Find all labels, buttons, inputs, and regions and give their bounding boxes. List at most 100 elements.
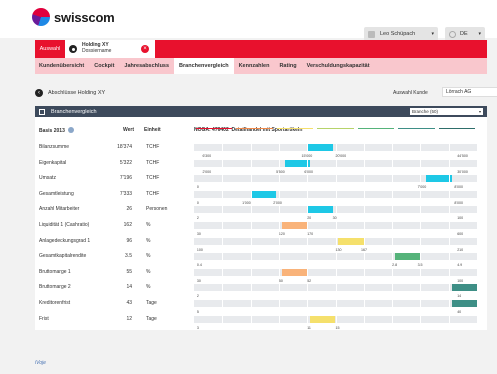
track-separator bbox=[363, 144, 365, 151]
track-separator bbox=[307, 144, 309, 151]
track-separator bbox=[448, 253, 450, 261]
tab-auswahl[interactable]: Auswahl bbox=[35, 40, 65, 58]
comparison-track: 30 120 170 600 bbox=[194, 222, 477, 236]
tick-label: 40 bbox=[457, 310, 462, 314]
track-separator bbox=[420, 144, 422, 151]
row-unit: Tage bbox=[146, 315, 157, 322]
kunde-select[interactable]: Lörrach AG ▾ bbox=[442, 87, 497, 97]
track-separator bbox=[392, 315, 394, 323]
row-unit: TCHF bbox=[146, 175, 160, 182]
chevron-down-icon: ▾ bbox=[431, 31, 434, 37]
comparison-track: 30 50 52 100 bbox=[194, 268, 477, 283]
tick-label: 2'000 bbox=[202, 169, 212, 174]
row-value: 162 bbox=[123, 222, 132, 228]
tab-holding-xy[interactable]: Holding XY Dossiername × bbox=[65, 40, 155, 58]
track-separator bbox=[335, 315, 337, 323]
track-separator bbox=[420, 175, 422, 183]
comparison-bar bbox=[451, 300, 477, 307]
comparison-bar bbox=[338, 237, 364, 245]
comparison-bar bbox=[307, 206, 333, 214]
nav-item[interactable]: Cockpit bbox=[89, 58, 119, 74]
swisscom-logo[interactable]: swisscom bbox=[32, 8, 115, 26]
track-separator bbox=[250, 190, 252, 198]
nav-item[interactable]: Kundenübersicht bbox=[35, 58, 89, 74]
selection-row: ‹ Abschlüsse Holding XY Auswahl Kunde Lö… bbox=[35, 87, 497, 99]
abschluesse-label: Abschlüsse Holding XY bbox=[48, 90, 106, 96]
row-unit: % bbox=[146, 237, 151, 244]
close-icon[interactable]: × bbox=[141, 45, 149, 53]
color-scale-segment bbox=[317, 128, 354, 129]
track-separator bbox=[363, 159, 365, 167]
track-separator bbox=[222, 206, 224, 214]
tick-label: 2 bbox=[196, 294, 199, 299]
comparison-bar bbox=[426, 175, 452, 183]
row-label: Umsatz bbox=[39, 175, 56, 182]
footer-logo: iVoje bbox=[35, 360, 46, 366]
comparison-track: 2 14 bbox=[194, 284, 477, 298]
tick-label: 0 bbox=[196, 185, 199, 190]
comparison-track: 2 20 30 100 bbox=[194, 206, 477, 220]
track-separator bbox=[335, 300, 337, 307]
track-separator bbox=[335, 159, 337, 167]
tick-label: 8'000 bbox=[454, 185, 464, 190]
track-separator bbox=[307, 284, 309, 292]
row-unit: TCHF bbox=[146, 159, 160, 166]
tick-label: 100 bbox=[457, 216, 464, 221]
track-separator bbox=[278, 253, 280, 261]
row-unit: % bbox=[146, 222, 151, 228]
row-label: Kreditorenfrist bbox=[39, 300, 71, 306]
info-icon[interactable] bbox=[67, 127, 74, 133]
nav-item[interactable]: Verschuldungskapazität bbox=[302, 58, 375, 74]
panel-header: Branchenvergleich Branche (50) ▾ bbox=[35, 106, 487, 117]
track-separator bbox=[278, 237, 280, 245]
tick-label: 6'000 bbox=[304, 169, 314, 174]
chevron-down-icon: ▾ bbox=[478, 109, 481, 114]
tick-label: 7'000 bbox=[417, 185, 427, 190]
row-label: Anlagedeckungsgrad 1 bbox=[39, 237, 91, 244]
track-separator bbox=[420, 222, 422, 229]
track-separator bbox=[392, 190, 394, 198]
row-unit: TCHF bbox=[146, 144, 160, 150]
nav-item[interactable]: Rating bbox=[274, 58, 301, 74]
comparison-track: 5 40 bbox=[194, 300, 477, 314]
user-name: Leo Schüpach bbox=[380, 31, 416, 37]
language-select[interactable]: DE ▾ bbox=[445, 27, 485, 41]
row-value: 55 bbox=[126, 268, 132, 275]
tick-label: 20 bbox=[307, 216, 312, 221]
nav-item[interactable]: Jahresabschluss bbox=[119, 58, 174, 74]
row-value: 3.5 bbox=[125, 253, 132, 260]
tick-label: 14 bbox=[457, 294, 462, 299]
track-separator bbox=[392, 237, 394, 245]
track-separator bbox=[250, 144, 252, 151]
back-icon[interactable]: ‹ bbox=[35, 89, 43, 97]
tick-label: 3 bbox=[196, 325, 199, 330]
tick-label: 120 bbox=[278, 232, 285, 236]
tick-label: 15 bbox=[335, 325, 340, 330]
row-value: 14 bbox=[126, 284, 132, 291]
user-menu[interactable]: Leo Schüpach ▾ bbox=[364, 27, 438, 41]
track-separator bbox=[278, 144, 280, 151]
track-separator bbox=[250, 237, 252, 245]
track-separator bbox=[250, 253, 252, 261]
nav-item[interactable]: Kennzahlen bbox=[234, 58, 275, 74]
track-separator bbox=[222, 222, 224, 229]
nav-item[interactable]: Branchenvergleich bbox=[174, 58, 234, 74]
row-value: 26 bbox=[126, 206, 132, 213]
row-value: 7'196 bbox=[119, 175, 132, 182]
swisscom-logo-icon bbox=[32, 8, 50, 26]
track-separator bbox=[307, 175, 309, 183]
track-separator bbox=[250, 315, 252, 323]
branche-select[interactable]: Branche (50) ▾ bbox=[410, 108, 483, 115]
track-separator bbox=[222, 284, 224, 292]
row-unit: Personen bbox=[146, 206, 168, 213]
track-separator bbox=[307, 300, 309, 307]
track-separator bbox=[222, 237, 224, 245]
row-unit: % bbox=[146, 253, 151, 260]
track-separator bbox=[448, 144, 450, 151]
track-separator bbox=[363, 284, 365, 292]
tick-label: 170 bbox=[307, 232, 314, 236]
comparison-bar bbox=[281, 268, 308, 276]
tick-label: 2.8 bbox=[392, 263, 398, 268]
tick-label: 30 bbox=[196, 232, 201, 236]
comparison-bar bbox=[451, 284, 477, 292]
